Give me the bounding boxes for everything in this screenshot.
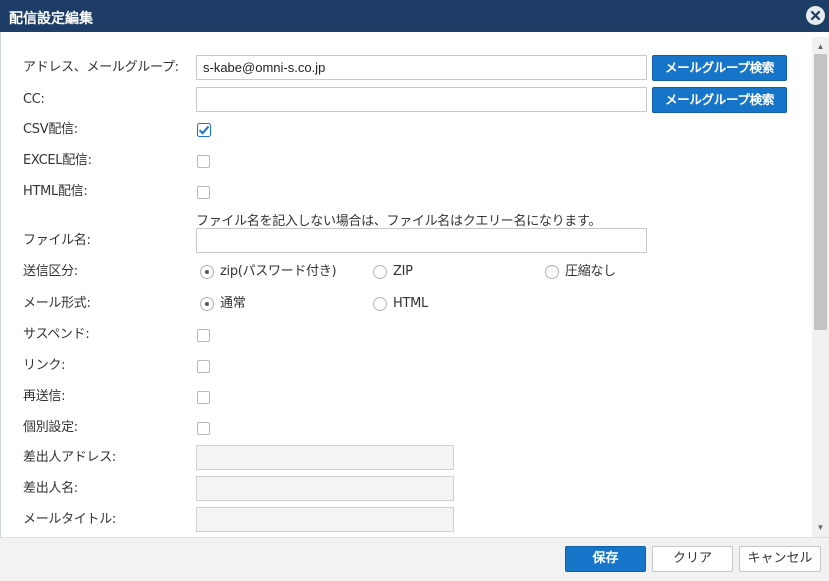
sender-address-row: 差出人アドレス: [0, 445, 812, 471]
excel-checkbox[interactable] [197, 155, 210, 168]
resend-checkbox[interactable] [197, 391, 210, 404]
mail-format-option-html: HTML [393, 296, 428, 311]
link-checkbox[interactable] [197, 360, 210, 373]
scroll-up-arrow-icon[interactable]: ▲ [812, 40, 829, 54]
dialog-content: アドレス、メールグループ: メールグループ検索 CC: メールグループ検索 CS… [0, 32, 829, 537]
close-icon [810, 10, 821, 21]
sender-address-label: 差出人アドレス: [23, 450, 116, 465]
sender-address-input [196, 445, 454, 470]
cancel-button[interactable]: キャンセル [739, 546, 821, 572]
send-type-radio-zip[interactable] [373, 265, 387, 279]
mail-title-label: メールタイトル: [23, 512, 116, 527]
send-type-label: 送信区分: [23, 264, 78, 279]
suspend-label: サスペンド: [23, 327, 90, 342]
dialog-titlebar: 配信設定編集 [0, 0, 829, 32]
filename-input[interactable] [196, 228, 647, 253]
address-row: アドレス、メールグループ: メールグループ検索 [0, 55, 812, 81]
clear-button[interactable]: クリア [652, 546, 733, 572]
filename-label: ファイル名: [23, 233, 91, 248]
dialog-title: 配信設定編集 [9, 11, 93, 27]
excel-row: EXCEL配信: [0, 148, 812, 174]
address-label: アドレス、メールグループ: [23, 60, 179, 75]
suspend-checkbox[interactable] [197, 329, 210, 342]
resend-row: 再送信: [0, 384, 812, 410]
send-type-option-zip: ZIP [393, 264, 413, 279]
mail-format-row: メール形式: 通常 HTML [0, 291, 812, 317]
close-button[interactable] [806, 6, 825, 25]
mail-format-radio-normal[interactable] [200, 297, 214, 311]
link-row: リンク: [0, 353, 812, 379]
cc-input[interactable] [196, 87, 647, 112]
sender-name-input [196, 476, 454, 501]
mail-title-input [196, 507, 454, 532]
html-label: HTML配信: [23, 184, 88, 199]
individual-checkbox[interactable] [197, 422, 210, 435]
checkmark-icon [197, 123, 211, 137]
filename-note: ファイル名を記入しない場合は、ファイル名はクエリー名になります。 [196, 214, 602, 229]
scroll-down-arrow-icon[interactable]: ▼ [812, 521, 829, 535]
csv-row: CSV配信: [0, 117, 812, 143]
cc-row: CC: メールグループ検索 [0, 87, 812, 113]
csv-checkbox[interactable] [197, 123, 211, 137]
cc-label: CC: [23, 92, 45, 107]
save-button[interactable]: 保存 [565, 546, 646, 572]
resend-label: 再送信: [23, 389, 66, 404]
dialog-footer: 保存 クリア キャンセル [0, 537, 829, 581]
send-type-radio-no-compression[interactable] [545, 265, 559, 279]
vertical-scrollbar[interactable]: ▲ ▼ [812, 37, 829, 537]
link-label: リンク: [23, 358, 66, 373]
mail-format-option-normal: 通常 [220, 296, 246, 311]
address-input[interactable] [196, 55, 647, 80]
address-group-search-button[interactable]: メールグループ検索 [652, 55, 787, 81]
filename-row: ファイル名: [0, 228, 812, 254]
mail-title-row: メールタイトル: [0, 507, 812, 533]
sender-name-row: 差出人名: [0, 476, 812, 502]
radio-selected-dot [205, 270, 209, 274]
send-type-row: 送信区分: zip(パスワード付き) ZIP 圧縮なし [0, 259, 812, 285]
mail-format-radio-html[interactable] [373, 297, 387, 311]
excel-label: EXCEL配信: [23, 153, 92, 168]
scrollbar-thumb[interactable] [814, 54, 827, 330]
sender-name-label: 差出人名: [23, 481, 78, 496]
individual-label: 個別設定: [23, 420, 78, 435]
csv-label: CSV配信: [23, 122, 78, 137]
mail-format-label: メール形式: [23, 296, 91, 311]
suspend-row: サスペンド: [0, 322, 812, 348]
radio-selected-dot [205, 302, 209, 306]
cc-group-search-button[interactable]: メールグループ検索 [652, 87, 787, 113]
individual-row: 個別設定: [0, 415, 812, 441]
send-type-radio-zip-password[interactable] [200, 265, 214, 279]
send-type-option-zip-password: zip(パスワード付き) [220, 264, 337, 279]
send-type-option-no-compression: 圧縮なし [565, 264, 616, 279]
html-checkbox[interactable] [197, 186, 210, 199]
html-row: HTML配信: [0, 179, 812, 205]
